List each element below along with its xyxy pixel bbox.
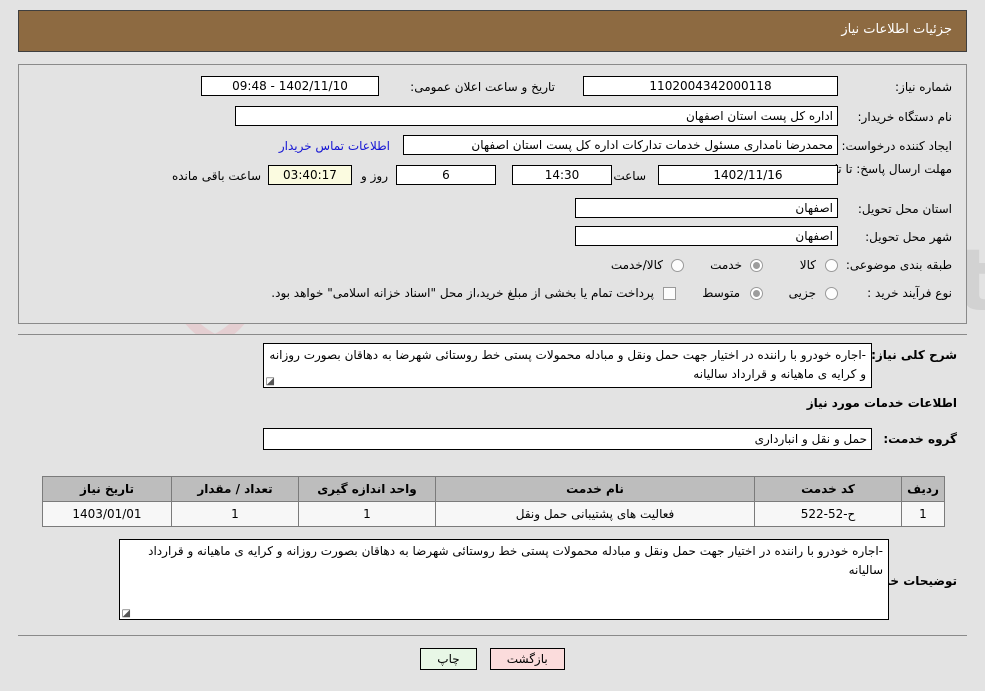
cell-name: فعالیت های پشتیبانی حمل ونقل	[435, 501, 755, 527]
col-need-date: تاریخ نیاز	[42, 476, 172, 502]
description-textarea[interactable]: -اجاره خودرو با راننده در اختیار جهت حمل…	[263, 343, 872, 388]
buyer-org-label: نام دستگاه خریدار:	[857, 110, 953, 124]
radio-process-medium-label: متوسط	[702, 286, 740, 300]
services-section-title: اطلاعات خدمات مورد نیاز	[806, 396, 957, 410]
cell-row-no: 1	[901, 501, 945, 527]
province-value: اصفهان	[575, 198, 838, 218]
cell-code: ح-52-522	[754, 501, 902, 527]
need-number-value: 1102004342000118	[583, 76, 838, 96]
description-text: -اجاره خودرو با راننده در اختیار جهت حمل…	[269, 348, 866, 381]
resize-grip-icon[interactable]: ◪	[266, 377, 275, 387]
need-number-label: شماره نیاز:	[895, 80, 952, 94]
radio-process-medium[interactable]	[750, 287, 763, 300]
days-value: 6	[396, 165, 496, 185]
need-info-panel: شماره نیاز: 1102004342000118 تاریخ و ساع…	[18, 64, 967, 324]
cell-unit: 1	[298, 501, 436, 527]
col-name: نام خدمت	[435, 476, 755, 502]
service-group-value: حمل و نقل و انبارداری	[263, 428, 872, 450]
service-group-label: گروه خدمت:	[883, 432, 957, 446]
col-code: کد خدمت	[754, 476, 902, 502]
creator-value: محمدرضا نامداری مسئول خدمات تدارکات ادار…	[403, 135, 838, 155]
buyer-notes-textarea[interactable]: -اجاره خودرو با راننده در اختیار جهت حمل…	[119, 539, 889, 620]
radio-category-service-label: خدمت	[710, 258, 742, 272]
radio-process-minor-label: جزیی	[788, 286, 816, 300]
countdown-label: ساعت باقی مانده	[171, 169, 261, 183]
days-label: روز و	[361, 169, 388, 183]
cell-qty: 1	[171, 501, 299, 527]
button-bar: بازگشت چاپ	[0, 648, 985, 670]
cell-need-date: 1403/01/01	[42, 501, 172, 527]
table-row: 1 ح-52-522 فعالیت های پشتیبانی حمل ونقل …	[42, 501, 945, 527]
radio-category-goods-service[interactable]	[671, 259, 684, 272]
city-value: اصفهان	[575, 226, 838, 246]
hour-value: 14:30	[512, 165, 612, 185]
deadline-date-value: 1402/11/16	[658, 165, 838, 185]
countdown-value: 03:40:17	[268, 165, 352, 185]
buyer-org-value: اداره کل پست استان اصفهان	[235, 106, 838, 126]
radio-category-goods-label: کالا	[799, 258, 816, 272]
col-unit: واحد اندازه گیری	[298, 476, 436, 502]
creator-label: ایجاد کننده درخواست:	[841, 139, 952, 153]
services-table: ردیف کد خدمت نام خدمت واحد اندازه گیری ت…	[42, 476, 945, 527]
print-button[interactable]: چاپ	[420, 648, 477, 670]
category-label: طبقه بندی موضوعی:	[845, 258, 952, 272]
resize-grip-icon-2[interactable]: ◪	[122, 609, 131, 619]
radio-process-minor[interactable]	[825, 287, 838, 300]
process-label: نوع فرآیند خرید :	[867, 286, 952, 300]
province-label: استان محل تحویل:	[857, 202, 952, 216]
radio-category-goods[interactable]	[825, 259, 838, 272]
page-root: AriaTender.net جزئیات اطلاعات نیاز شماره…	[0, 0, 985, 691]
buyer-contact-link[interactable]: اطلاعات تماس خریدار	[279, 139, 390, 153]
details-panel: شرح کلی نیاز: -اجاره خودرو با راننده در …	[18, 334, 967, 636]
radio-category-service[interactable]	[750, 259, 763, 272]
table-header-row: ردیف کد خدمت نام خدمت واحد اندازه گیری ت…	[42, 476, 945, 502]
buyer-notes-text: -اجاره خودرو با راننده در اختیار جهت حمل…	[148, 544, 883, 577]
checkbox-islamic-treasury-bonds[interactable]	[663, 287, 676, 300]
radio-category-goods-service-label: کالا/خدمت	[610, 258, 663, 272]
back-button[interactable]: بازگشت	[489, 648, 565, 670]
description-label: شرح کلی نیاز:	[871, 348, 957, 362]
treasury-checkbox-label: پرداخت تمام یا بخشی از مبلغ خرید،از محل …	[271, 286, 654, 300]
hour-label: ساعت	[613, 169, 646, 183]
announce-label: تاریخ و ساعت اعلان عمومی:	[410, 80, 555, 94]
col-row-no: ردیف	[901, 476, 945, 502]
announce-value: 1402/11/10 - 09:48	[201, 76, 379, 96]
details-panel-inner: شرح کلی نیاز: -اجاره خودرو با راننده در …	[18, 334, 967, 636]
window-titlebar: جزئیات اطلاعات نیاز	[18, 10, 967, 52]
city-label: شهر محل تحویل:	[865, 230, 952, 244]
page-title: جزئیات اطلاعات نیاز	[841, 22, 952, 37]
col-qty: تعداد / مقدار	[171, 476, 299, 502]
